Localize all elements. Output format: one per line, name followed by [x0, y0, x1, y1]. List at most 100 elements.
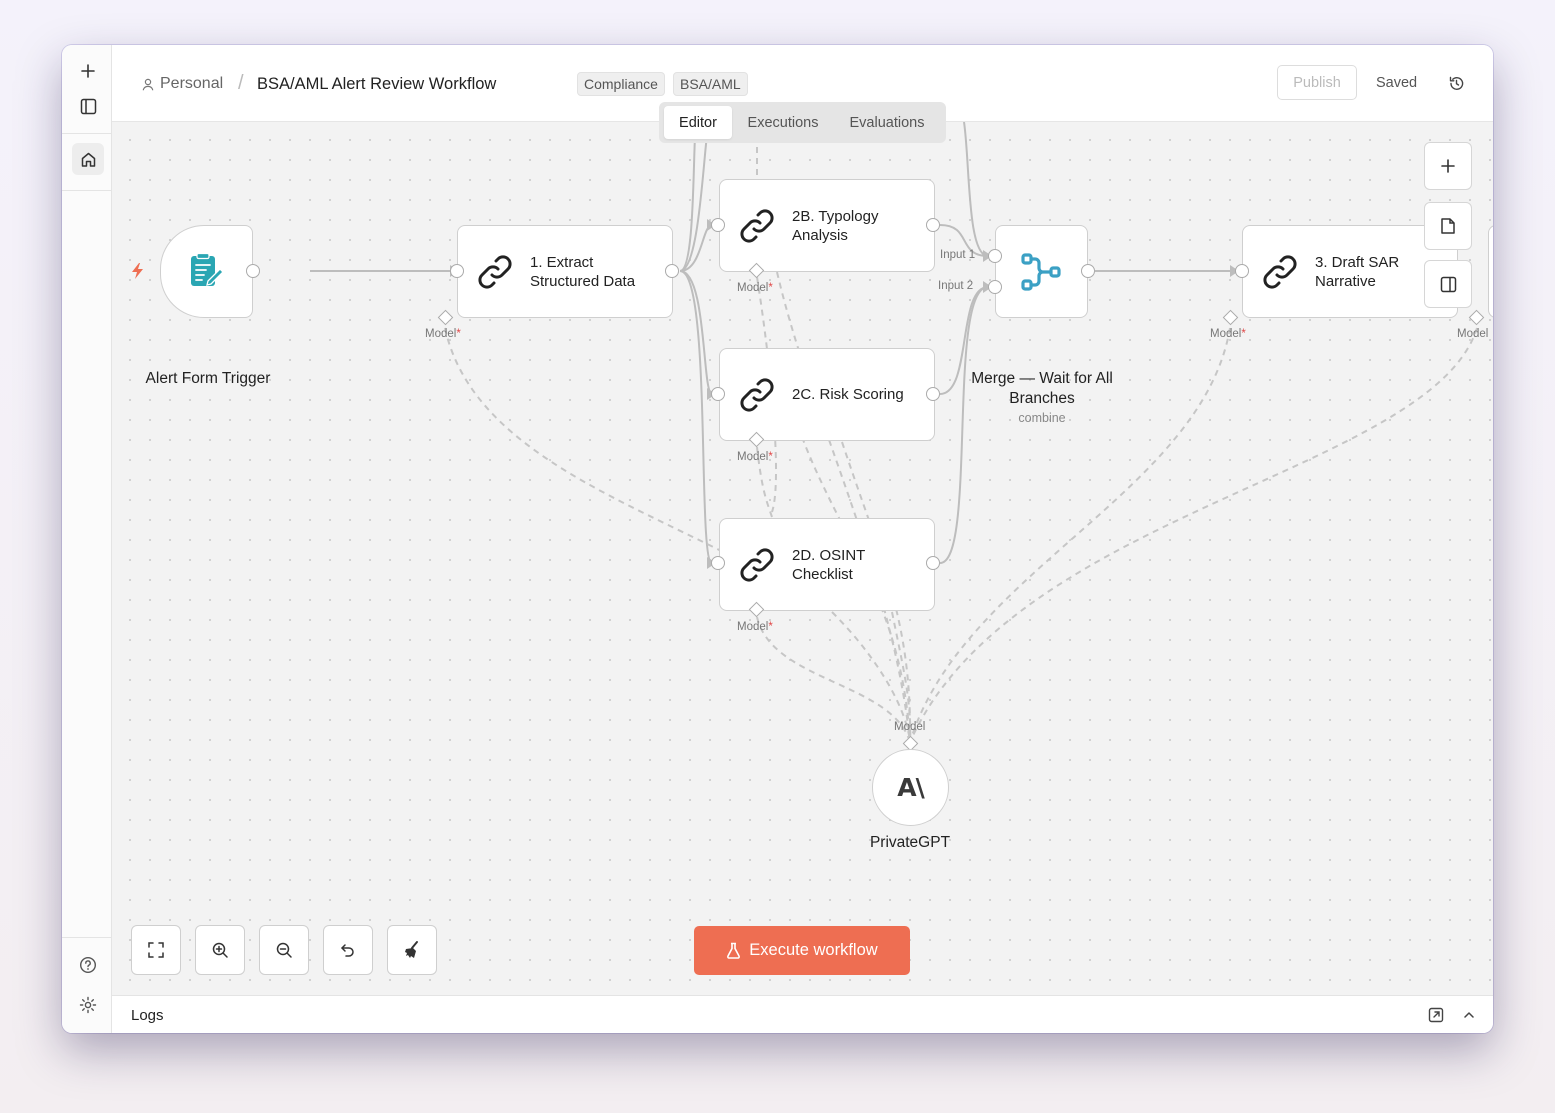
rail-divider: [62, 133, 112, 134]
left-rail: [62, 45, 112, 1033]
tag-bsa-aml[interactable]: BSA/AML: [673, 72, 748, 96]
required-marker: *: [1241, 328, 1246, 340]
settings-icon[interactable]: [72, 989, 104, 1021]
tab-executions[interactable]: Executions: [735, 106, 831, 139]
node-privategpt[interactable]: A\: [872, 749, 949, 826]
history-icon[interactable]: [1444, 71, 1468, 95]
merge-output-handle[interactable]: [1081, 264, 1095, 278]
typology-input-handle[interactable]: [711, 218, 725, 232]
port-text: Model: [737, 282, 769, 294]
required-marker: *: [456, 328, 461, 340]
fit-view-icon[interactable]: [131, 925, 181, 975]
merge-label-line1: Merge — Wait for All: [971, 370, 1113, 387]
workspace-label: Personal: [160, 75, 224, 92]
edge-extract-risk: [679, 270, 713, 395]
node-osint-checklist[interactable]: 2D. OSINT Checklist: [719, 518, 935, 611]
typology-label-line1: 2B. Typology: [792, 207, 879, 225]
help-icon[interactable]: [72, 949, 104, 981]
node-next-partial[interactable]: [1488, 225, 1493, 318]
port-text: Model: [1210, 328, 1242, 340]
add-node-icon[interactable]: [1424, 142, 1472, 190]
execute-workflow-button[interactable]: Execute workflow: [694, 926, 910, 975]
extract-input-handle[interactable]: [450, 264, 464, 278]
required-marker: *: [768, 451, 773, 463]
breadcrumb-workspace[interactable]: Personal: [142, 75, 223, 93]
merge-input2-handle[interactable]: [988, 280, 1002, 294]
clean-up-icon[interactable]: [387, 925, 437, 975]
sticky-note-icon[interactable]: [1424, 202, 1472, 250]
merge-label-line2: Branches: [1009, 390, 1075, 407]
publish-button[interactable]: Publish: [1277, 65, 1357, 100]
model-port-label: Model: [894, 721, 926, 733]
zoom-out-icon[interactable]: [259, 925, 309, 975]
osint-input-handle[interactable]: [711, 556, 725, 570]
port-text: Model: [737, 621, 769, 633]
form-icon: [191, 253, 224, 286]
tab-evaluations[interactable]: Evaluations: [835, 106, 939, 139]
tag-compliance[interactable]: Compliance: [577, 72, 665, 96]
bolt-icon: [132, 263, 143, 279]
osint-label-line1: 2D. OSINT: [792, 546, 866, 564]
home-icon[interactable]: [72, 143, 104, 175]
node-alert-form-trigger[interactable]: [160, 225, 253, 318]
risk-output-handle[interactable]: [926, 387, 940, 401]
flask-icon: [727, 942, 741, 959]
draft-label: 3. Draft SAR Narrative: [1315, 253, 1399, 291]
sidebar-toggle-icon[interactable]: [72, 90, 104, 122]
risk-label: 2C. Risk Scoring: [792, 386, 904, 403]
trigger-output-handle[interactable]: [246, 264, 260, 278]
merge-input1-handle[interactable]: [988, 249, 1002, 263]
typology-output-handle[interactable]: [926, 218, 940, 232]
workflow-canvas[interactable]: Alert Form Trigger 1. Extract Structured …: [112, 122, 1493, 995]
undo-icon[interactable]: [323, 925, 373, 975]
risk-model-label: Model*: [737, 451, 773, 463]
draft-input-handle[interactable]: [1235, 264, 1249, 278]
zoom-in-icon[interactable]: [195, 925, 245, 975]
view-tabs: Editor Executions Evaluations: [659, 102, 946, 143]
link-icon: [740, 377, 774, 412]
link-icon: [740, 208, 774, 243]
pop-out-icon[interactable]: [1428, 1007, 1444, 1028]
breadcrumb-separator: /: [238, 72, 244, 94]
link-icon: [740, 547, 774, 582]
edge-model-a: [776, 271, 911, 743]
port-text: Model: [737, 451, 769, 463]
app-window: Personal / BSA/AML Alert Review Workflow…: [62, 45, 1493, 1033]
typology-model-label: Model*: [737, 282, 773, 294]
extract-output-handle[interactable]: [665, 264, 679, 278]
trigger-label: Alert Form Trigger: [145, 370, 271, 387]
merge-icon: [1021, 253, 1061, 291]
osint-model-label: Model*: [737, 621, 773, 633]
port-text: Model: [425, 328, 457, 340]
plus-icon[interactable]: [72, 55, 104, 87]
link-icon: [478, 254, 512, 289]
edge-extract-osint: [679, 270, 713, 564]
next-model-label: Model: [1457, 328, 1489, 340]
edge-extract-up-1: [679, 122, 698, 272]
node-risk-scoring[interactable]: 2C. Risk Scoring: [719, 348, 935, 441]
risk-input-handle[interactable]: [711, 387, 725, 401]
panel-toggle-icon[interactable]: [1424, 260, 1472, 308]
draft-label-line1: 3. Draft SAR: [1315, 253, 1400, 271]
node-extract-structured-data[interactable]: 1. Extract Structured Data: [457, 225, 673, 318]
execute-label: Execute workflow: [749, 941, 878, 959]
typology-label: 2B. Typology Analysis: [792, 207, 878, 245]
required-marker: *: [768, 621, 773, 633]
osint-label: 2D. OSINT Checklist: [792, 546, 865, 584]
tab-editor[interactable]: Editor: [664, 106, 732, 139]
node-merge[interactable]: [995, 225, 1088, 318]
saved-status: Saved: [1376, 75, 1418, 91]
extract-label: 1. Extract Structured Data: [530, 253, 635, 291]
merge-label: Merge — Wait for All Branches: [957, 369, 1127, 409]
logs-label: Logs: [131, 1007, 164, 1024]
edge-model-osint: [756, 616, 911, 743]
chevron-up-icon[interactable]: [1462, 1008, 1476, 1027]
osint-label-line2: Checklist: [792, 565, 853, 583]
more-icon[interactable]: [1489, 71, 1493, 95]
logs-panel[interactable]: Logs: [112, 995, 1493, 1033]
osint-output-handle[interactable]: [926, 556, 940, 570]
workflow-title[interactable]: BSA/AML Alert Review Workflow: [257, 75, 496, 94]
draft-model-label: Model*: [1210, 328, 1246, 340]
node-typology-analysis[interactable]: 2B. Typology Analysis: [719, 179, 935, 272]
anthropic-icon: A\: [897, 773, 924, 802]
